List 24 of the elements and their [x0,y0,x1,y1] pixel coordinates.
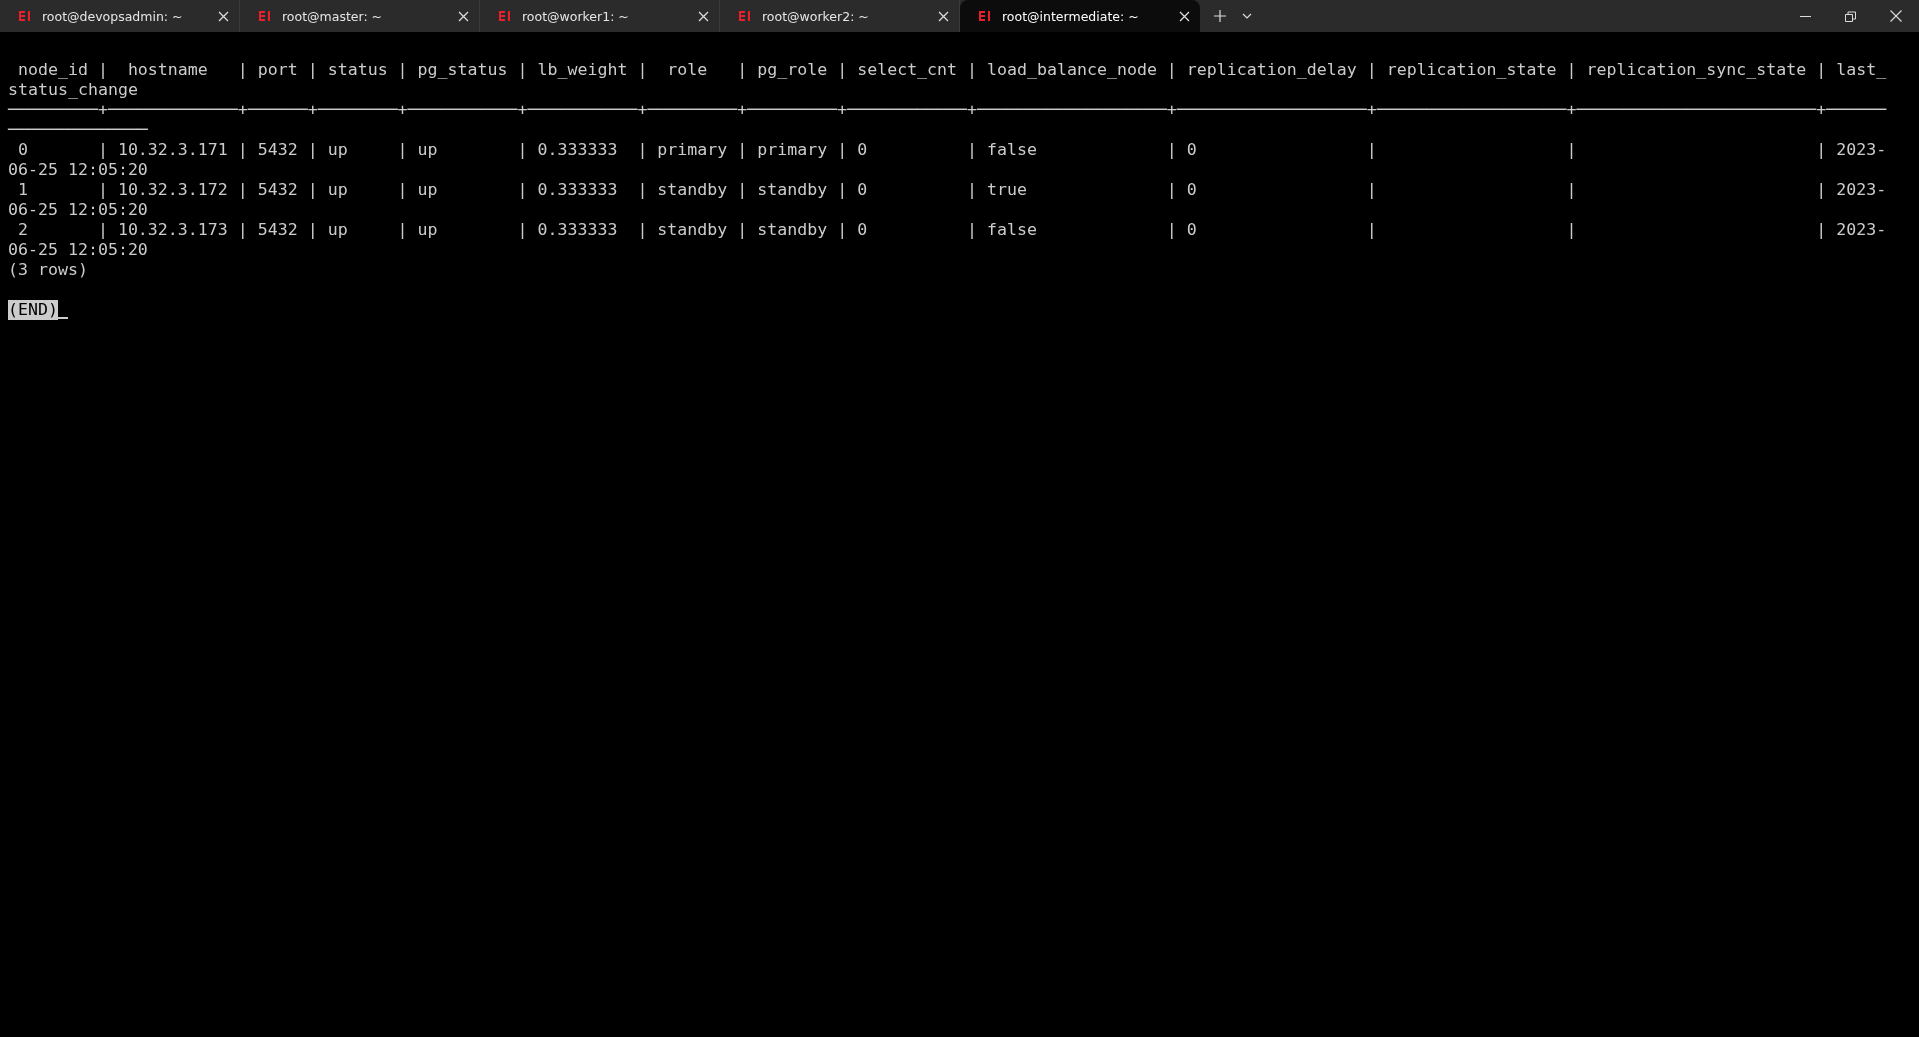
terminal-tab[interactable]: root@intermediate: ~ [960,0,1200,32]
close-icon[interactable] [458,10,469,22]
pager-end-prompt: (END) [8,300,58,320]
terminal-output-line: node_id | hostname | port | status | pg_status | lb_weight | role | pg_role | select_cnt | load_balance_node | replication_delay | replication_state | replication_sync_state | last_ [17,60,1888,80]
terminal-output-line: (3 rows) [8,260,89,280]
terminal-output-line: 2 | 10.32.3.173 | 5432 | up | up | 0.333333 | standby | standby | 0 | false | 0 | | | 2023- [17,220,1888,240]
terminal-output-line: status_change [8,80,139,100]
close-icon[interactable] [698,10,709,22]
terminal-output-line: 06-25 12:05:20 [8,240,149,260]
terminal-output-line: 06-25 12:05:20 [8,160,149,180]
terminal-logo-icon [258,10,272,22]
terminal-output-line: 06-25 12:05:20 [8,200,149,220]
terminal-logo-icon [978,10,992,22]
close-icon[interactable] [938,10,949,22]
text-cursor [57,317,68,319]
terminal-output-line: ─────────+─────────────+──────+────────+───────────+───────────+─────────+─────────+────────────+───────────────────+───────────────────+───────────────────+────────────────────────+────── [8,100,1888,120]
terminal-output-line: 1 | 10.32.3.172 | 5432 | up | up | 0.333333 | standby | standby | 0 | true | 0 | | | 2023- [17,180,1888,200]
close-icon[interactable] [218,10,229,22]
terminal-output-line: 0 | 10.32.3.171 | 5432 | up | up | 0.333333 | primary | primary | 0 | false | 0 | | | 2023- [17,140,1888,160]
terminal-output-line: ────────────── [8,120,149,140]
terminal-logo-icon [18,10,32,22]
close-icon[interactable] [1179,10,1190,22]
terminal-logo-icon [498,10,512,22]
terminal-logo-icon [738,10,752,22]
